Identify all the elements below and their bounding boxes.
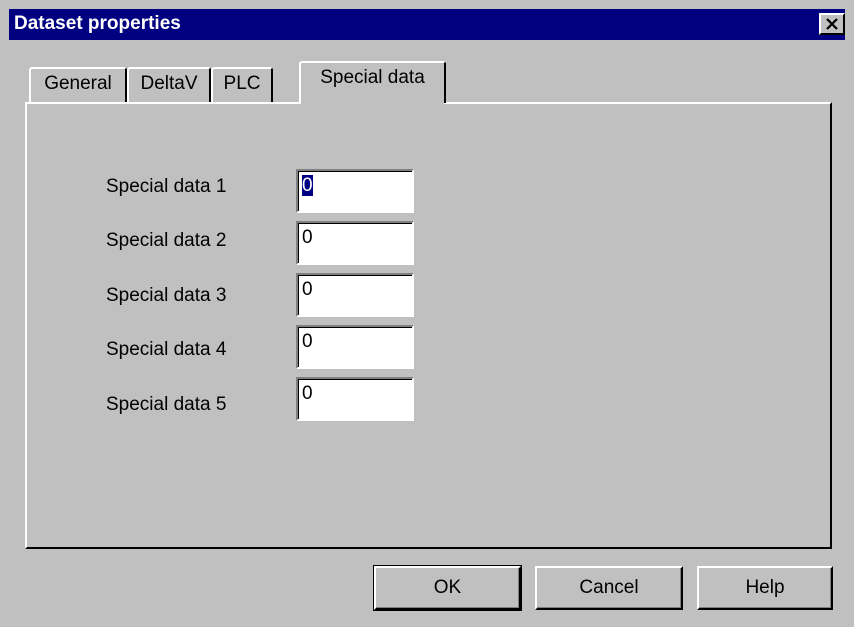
dataset-properties-dialog: Dataset properties General DeltaV PLC Sp… [0, 0, 854, 627]
special-data-5-value: 0 [302, 383, 313, 404]
tab-panel-special-data [25, 102, 832, 549]
tab-general-label: General [44, 73, 112, 94]
special-data-1-label: Special data 1 [106, 176, 227, 197]
tab-deltav[interactable]: DeltaV [127, 67, 211, 103]
close-button[interactable] [819, 13, 845, 35]
special-data-3-label: Special data 3 [106, 285, 227, 306]
cancel-button[interactable]: Cancel [535, 566, 683, 610]
tab-plc[interactable]: PLC [211, 67, 273, 103]
special-data-2-input[interactable]: 0 [296, 221, 414, 265]
tab-general[interactable]: General [29, 67, 127, 103]
special-data-5-label: Special data 5 [106, 394, 227, 415]
special-data-1-input[interactable]: 0 [296, 169, 414, 213]
special-data-4-input[interactable]: 0 [296, 325, 414, 369]
special-data-4-label: Special data 4 [106, 339, 227, 360]
window-title: Dataset properties [14, 13, 181, 34]
special-data-5-input[interactable]: 0 [296, 377, 414, 421]
tab-special-data-label: Special data [320, 67, 425, 88]
ok-button[interactable]: OK [373, 565, 522, 611]
tab-plc-label: PLC [223, 73, 261, 94]
special-data-4-value: 0 [302, 331, 313, 352]
active-tab-joint [301, 100, 444, 105]
close-icon [826, 18, 838, 30]
special-data-1-value: 0 [302, 175, 313, 196]
special-data-2-value: 0 [302, 227, 313, 248]
tab-deltav-label: DeltaV [140, 73, 198, 94]
title-bar[interactable]: Dataset properties [9, 9, 845, 40]
tab-special-data[interactable]: Special data [299, 61, 446, 103]
special-data-2-label: Special data 2 [106, 230, 227, 251]
help-button[interactable]: Help [697, 566, 833, 610]
special-data-3-input[interactable]: 0 [296, 273, 414, 317]
special-data-3-value: 0 [302, 279, 313, 300]
